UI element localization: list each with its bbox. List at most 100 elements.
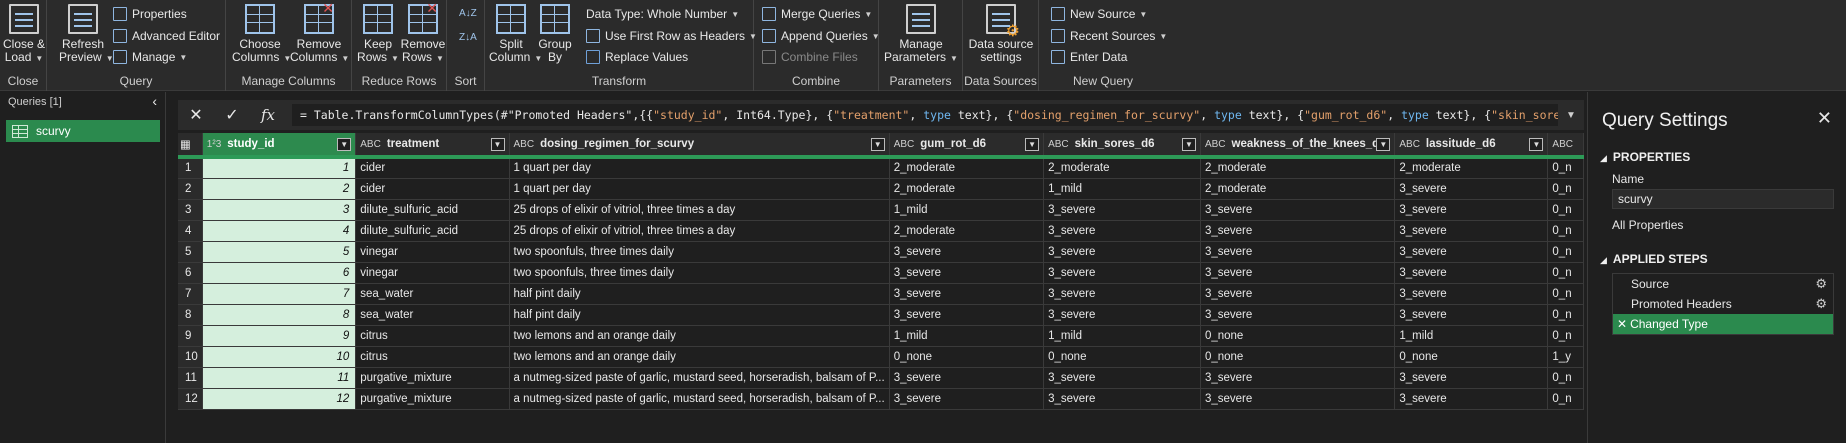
table-cell[interactable]: 1 quart per day	[509, 157, 890, 179]
table-cell[interactable]: 2_moderate	[1394, 157, 1549, 179]
column-header-weakness_of_the_knees_d6[interactable]: ABC weakness_of_the_knees_d6 ▼	[1200, 133, 1396, 159]
table-cell[interactable]: sea_water	[355, 283, 510, 305]
row-number[interactable]: 7	[178, 283, 203, 305]
table-cell[interactable]: 3_severe	[889, 262, 1045, 284]
table-cell[interactable]: 0_n	[1547, 199, 1584, 221]
column-type-icon[interactable]: ABC	[1552, 139, 1573, 150]
table-row[interactable]: 9 9 citrus two lemons and an orange daily 1_…	[178, 325, 1584, 347]
table-cell[interactable]: 2_moderate	[889, 178, 1045, 200]
remove-columns-button[interactable]: Remove Columns▼	[290, 2, 349, 65]
table-cell[interactable]: 3_severe	[1200, 388, 1396, 410]
replace-values-button[interactable]: Replace Values	[586, 48, 688, 66]
table-cell[interactable]: 1_mild	[1394, 325, 1549, 347]
table-cell[interactable]: 2_moderate	[889, 157, 1045, 179]
table-row[interactable]: 5 5 vinegar two spoonfuls, three times dail…	[178, 241, 1584, 263]
remove-rows-button[interactable]: Remove Rows▼	[400, 2, 446, 65]
table-cell[interactable]: citrus	[355, 325, 510, 347]
table-cell[interactable]: 3_severe	[889, 388, 1045, 410]
delete-step-icon[interactable]: ✕	[1617, 317, 1627, 331]
table-cell[interactable]: 3_severe	[1200, 304, 1396, 326]
table-cell[interactable]: 3_severe	[1043, 262, 1201, 284]
row-number[interactable]: 3	[178, 199, 203, 221]
table-cell[interactable]: half pint daily	[509, 283, 890, 305]
table-row[interactable]: 6 6 vinegar two spoonfuls, three times dail…	[178, 262, 1584, 284]
table-row[interactable]: 2 2 cider 1 quart per day 2_moderate 1_mild 2_…	[178, 178, 1584, 200]
table-cell[interactable]: 3_severe	[1043, 388, 1201, 410]
refresh-preview-button[interactable]: Refresh Preview ▼	[59, 4, 114, 65]
append-queries-button[interactable]: Append Queries ▼	[762, 27, 880, 45]
table-cell[interactable]: 0_none	[889, 346, 1045, 368]
table-cell[interactable]: two lemons and an orange daily	[509, 325, 890, 347]
table-cell[interactable]: 3_severe	[1043, 220, 1201, 242]
table-cell-study-id[interactable]: 1	[202, 157, 357, 179]
split-column-button[interactable]: Split Column ▼	[489, 4, 542, 65]
table-cell[interactable]: 3_severe	[1394, 388, 1549, 410]
enter-data-button[interactable]: Enter Data	[1051, 48, 1127, 66]
manage-parameters-button[interactable]: Manage Parameters ▼	[883, 4, 959, 65]
sort-ascending-icon[interactable]: A↓Z	[459, 4, 477, 22]
row-number[interactable]: 6	[178, 262, 203, 284]
step-source[interactable]: Source ⚙	[1613, 274, 1833, 294]
table-cell[interactable]: cider	[355, 157, 510, 179]
table-cell[interactable]: 0_n	[1547, 388, 1584, 410]
table-cell[interactable]: vinegar	[355, 241, 510, 263]
column-header-dosing_regimen_for_scurvy[interactable]: ABC dosing_regimen_for_scurvy ▼	[509, 133, 890, 159]
table-cell[interactable]: 3_severe	[1200, 262, 1396, 284]
combine-files-button[interactable]: Combine Files	[762, 48, 858, 66]
table-row[interactable]: 11 11 purgative_mixture a nutmeg-sized past…	[178, 367, 1584, 389]
column-type-icon[interactable]: ABC	[514, 139, 535, 150]
column-type-icon[interactable]: ABC	[1205, 139, 1226, 150]
manage-button[interactable]: Manage ▼	[113, 48, 187, 66]
table-row[interactable]: 7 7 sea_water half pint daily 3_severe 3_seve…	[178, 283, 1584, 305]
table-cell[interactable]: citrus	[355, 346, 510, 368]
table-cell[interactable]: 3_severe	[1043, 241, 1201, 263]
table-cell[interactable]: 3_severe	[1200, 199, 1396, 221]
table-cell[interactable]: 3_severe	[889, 367, 1045, 389]
column-type-icon[interactable]: ABC	[360, 139, 381, 150]
table-cell[interactable]: 0_n	[1547, 220, 1584, 242]
row-number[interactable]: 8	[178, 304, 203, 326]
table-cell[interactable]: 3_severe	[889, 241, 1045, 263]
row-number[interactable]: 10	[178, 346, 203, 368]
table-cell[interactable]: 2_moderate	[889, 220, 1045, 242]
table-cell[interactable]: half pint daily	[509, 304, 890, 326]
table-cell-study-id[interactable]: 5	[202, 241, 357, 263]
gear-icon[interactable]: ⚙	[1815, 296, 1827, 312]
table-cell[interactable]: 3_severe	[1394, 367, 1549, 389]
column-filter-dropdown-icon[interactable]: ▼	[1025, 138, 1040, 151]
column-filter-dropdown-icon[interactable]: ▼	[337, 138, 352, 151]
query-name-input[interactable]: scurvy	[1612, 189, 1834, 209]
table-cell[interactable]: a nutmeg-sized paste of garlic, mustard …	[509, 367, 890, 389]
row-number[interactable]: 1	[178, 157, 203, 179]
applied-steps-section[interactable]: ◢ APPLIED STEPS	[1600, 252, 1708, 266]
use-first-row-button[interactable]: Use First Row as Headers ▼	[586, 27, 757, 45]
column-header-treatment[interactable]: ABC treatment ▼	[355, 133, 510, 159]
table-cell[interactable]: 0_none	[1043, 346, 1201, 368]
step-changed-type[interactable]: ✕ Changed Type	[1613, 314, 1833, 334]
table-cell[interactable]: 3_severe	[889, 304, 1045, 326]
table-cell[interactable]: 3_severe	[1394, 304, 1549, 326]
commit-formula-icon[interactable]: ✓	[214, 105, 250, 125]
gear-icon[interactable]: ⚙	[1815, 276, 1827, 292]
data-type-dropdown[interactable]: Data Type: Whole Number ▼	[586, 5, 739, 23]
table-cell[interactable]: purgative_mixture	[355, 367, 510, 389]
recent-sources-button[interactable]: Recent Sources ▼	[1051, 27, 1167, 45]
table-cell[interactable]: 2_moderate	[1043, 157, 1201, 179]
table-cell[interactable]: 3_severe	[889, 283, 1045, 305]
row-number[interactable]: 4	[178, 220, 203, 242]
choose-columns-button[interactable]: Choose Columns ▼	[232, 4, 291, 65]
column-type-icon[interactable]: ABC	[894, 139, 915, 150]
table-cell[interactable]: 3_severe	[1043, 199, 1201, 221]
table-cell[interactable]: 3_severe	[1043, 304, 1201, 326]
row-number[interactable]: 12	[178, 388, 203, 410]
table-cell[interactable]: 3_severe	[1200, 241, 1396, 263]
row-number[interactable]: 11	[178, 367, 203, 389]
column-header-study_id[interactable]: 1²3 study_id ▼	[202, 133, 357, 159]
row-number[interactable]: 5	[178, 241, 203, 263]
table-cell[interactable]: 2_moderate	[1200, 157, 1396, 179]
column-type-icon[interactable]: ABC	[1399, 139, 1420, 150]
table-row[interactable]: 4 4 dilute_sulfuric_acid 25 drops of elixir…	[178, 220, 1584, 242]
table-cell[interactable]: 3_severe	[1394, 178, 1549, 200]
table-row[interactable]: 8 8 sea_water half pint daily 3_severe 3_seve…	[178, 304, 1584, 326]
table-cell[interactable]: 0_none	[1394, 346, 1549, 368]
